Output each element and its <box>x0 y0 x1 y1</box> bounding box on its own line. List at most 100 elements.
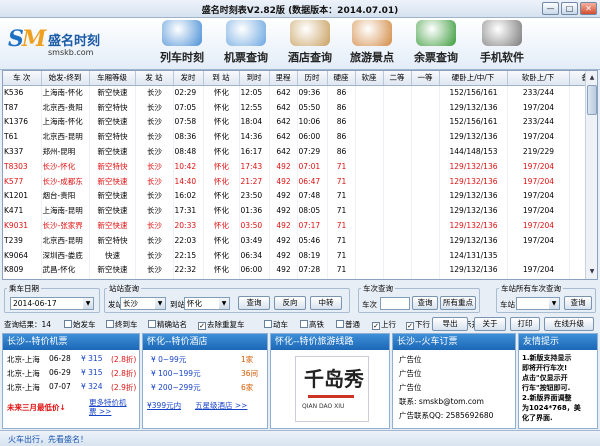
flight-price[interactable]: ¥ 324 <box>81 382 102 391</box>
scroll-thumb[interactable] <box>587 85 597 115</box>
railway-ad-line[interactable]: 联系: smskb@tom.com <box>399 396 484 407</box>
filter-checkbox[interactable]: 精确站名 <box>148 319 187 330</box>
filter-checkbox[interactable]: 始发车 <box>64 319 96 330</box>
column-header[interactable]: 硬座 <box>327 71 356 86</box>
maximize-button[interactable]: □ <box>561 2 578 15</box>
column-header[interactable]: 发时 <box>173 71 204 86</box>
filter-checkbox[interactable]: ✓ 下行 <box>406 319 430 330</box>
nav-button-5[interactable]: 余票查询 <box>400 20 472 68</box>
flight-route[interactable]: 北京-上海 <box>7 354 40 365</box>
date-picker[interactable]: 2014-06-17 ▼ <box>10 297 94 310</box>
column-header[interactable]: 历时 <box>297 71 328 86</box>
table-row[interactable]: T61 北京西-昆明 新空特快 长沙 08:36 怀化 14:36 642 06:00 86 129… <box>3 129 597 145</box>
checkmark-icon[interactable]: ✓ <box>372 322 380 330</box>
all-stops-button[interactable]: 所有重点 <box>440 296 476 310</box>
filter-checkbox[interactable]: ✓ 上行 <box>372 319 396 330</box>
table-row[interactable]: K577 长沙-成都东 新空快速 长沙 14:40 怀化 21:27 492 06:47 71 12… <box>3 173 597 189</box>
hotel-price-range[interactable]: ¥ 100~199元 <box>151 368 201 379</box>
flight-price[interactable]: ¥ 315 <box>81 368 102 377</box>
transfer-button[interactable]: 中转 <box>310 296 342 310</box>
station-all-search-button[interactable]: 查询 <box>564 296 592 310</box>
railway-ad-line[interactable]: 广告位 <box>399 382 422 393</box>
to-station-select[interactable]: 怀化 ▼ <box>184 297 230 310</box>
train-number-input[interactable] <box>380 297 410 310</box>
scroll-up-icon[interactable]: ▲ <box>587 72 597 84</box>
flight-route[interactable]: 北京-上海 <box>7 382 40 393</box>
table-row[interactable]: T239 北京西-昆明 新空特快 长沙 22:03 怀化 03:49 492 05:46 71 12… <box>3 232 597 248</box>
column-header[interactable]: 软座 <box>355 71 384 86</box>
dropdown-arrow-icon[interactable]: ▼ <box>219 298 229 309</box>
five-star-link[interactable]: 五星级酒店 >> <box>195 400 247 411</box>
table-row[interactable]: K9064 深圳西-娄底 快速 长沙 22:15 怀化 06:34 492 08:19 71 124… <box>3 247 597 263</box>
table-row[interactable]: K536 上海南-怀化 新空快速 长沙 02:29 怀化 12:05 642 09:36 86 15… <box>3 85 597 100</box>
station-search-button[interactable]: 查询 <box>238 296 270 310</box>
column-header[interactable]: 软卧上/下 <box>507 71 570 86</box>
nav-button-4[interactable]: 旅游景点 <box>336 20 408 68</box>
column-header[interactable]: 一等 <box>411 71 440 86</box>
scroll-down-icon[interactable]: ▼ <box>587 266 597 278</box>
hotel-399-link[interactable]: ¥399元内 <box>147 400 181 411</box>
column-header[interactable]: 里程 <box>269 71 298 86</box>
column-header[interactable]: 到 站 <box>203 71 240 86</box>
hotel-price-range[interactable]: ¥ 200~299元 <box>151 382 201 393</box>
filter-checkbox[interactable]: 动车 <box>264 319 288 330</box>
column-header[interactable]: 到时 <box>239 71 270 86</box>
minimize-button[interactable]: — <box>542 2 559 15</box>
table-row[interactable]: K471 上海南-昆明 新空快速 长沙 17:31 怀化 01:36 492 08:05 71 12… <box>3 203 597 219</box>
column-header[interactable]: 始发-终到 <box>41 71 90 86</box>
filter-checkbox[interactable]: 终到车 <box>106 319 138 330</box>
table-row[interactable]: K809 武昌-怀化 新空快速 长沙 22:32 怀化 06:00 492 07:28 71 129… <box>3 262 597 278</box>
train-search-button[interactable]: 查询 <box>412 296 438 310</box>
hotel-price-range[interactable]: ¥ 0~99元 <box>151 354 186 365</box>
flight-price[interactable]: ¥ 315 <box>81 354 102 363</box>
filter-label: 普通 <box>345 320 360 329</box>
nav-button-2[interactable]: 机票查询 <box>210 20 282 68</box>
column-header[interactable]: 发 站 <box>135 71 174 86</box>
filter-action-button[interactable]: 导出 <box>432 317 468 331</box>
checkbox-icon[interactable] <box>264 320 272 328</box>
table-row[interactable]: T87 北京西-贵阳 新空特快 长沙 07:05 怀化 12:55 642 05:50 86 129… <box>3 99 597 115</box>
table-row[interactable]: T8303 长沙-怀化 新空特快 长沙 10:42 怀化 17:43 492 07:01 71 12… <box>3 158 597 174</box>
nav-button-6[interactable]: 手机软件 <box>466 20 538 68</box>
railway-ad-line[interactable]: 广告联系QQ: 2585692680 <box>399 410 493 421</box>
more-flights-link[interactable]: 更多特价机票 >> <box>89 398 133 416</box>
table-cell: 新空快速 <box>89 218 136 233</box>
column-header[interactable]: 车厢等级 <box>89 71 136 86</box>
travel-ad-banner[interactable]: 千岛秀 QIAN DAO XIU <box>295 356 369 422</box>
nav-button-1[interactable]: 列车时刻 <box>146 20 218 68</box>
filter-checkbox[interactable]: 高铁 <box>300 319 324 330</box>
checkmark-icon[interactable]: ✓ <box>198 322 206 330</box>
column-header[interactable]: 车 次 <box>3 71 42 86</box>
railway-ad-line[interactable]: 广告位 <box>399 368 422 379</box>
station-all-select[interactable]: ▼ <box>516 297 560 310</box>
table-row[interactable]: K1376 上海南-怀化 新空快速 长沙 07:58 怀化 18:04 642 10:06 86 1… <box>3 114 597 130</box>
column-header[interactable]: 二等 <box>383 71 412 86</box>
table-row[interactable]: K1201 烟台-贵阳 新空快速 长沙 16:02 怀化 23:50 492 07:48 71 12… <box>3 188 597 204</box>
dropdown-arrow-icon[interactable]: ▼ <box>549 298 559 309</box>
checkbox-icon[interactable] <box>106 320 114 328</box>
railway-ad-line[interactable]: 广告位 <box>399 354 422 365</box>
flight-route[interactable]: 北京-上海 <box>7 368 40 379</box>
checkbox-icon[interactable] <box>64 320 72 328</box>
filter-checkbox[interactable]: 普通 <box>336 319 360 330</box>
checkbox-icon[interactable] <box>148 320 156 328</box>
filter-action-button[interactable]: 打印 <box>510 317 540 331</box>
checkbox-icon[interactable] <box>300 320 308 328</box>
lowest-price-promo[interactable]: 未来三月最低价↓ <box>7 402 66 413</box>
vertical-scrollbar[interactable]: ▲ ▼ <box>585 71 597 279</box>
filter-action-button[interactable]: 关于 <box>474 317 506 331</box>
table-row[interactable]: K109武昌-昆明新空快速长沙23:32怀化07:0349207:3171 129… <box>3 277 597 279</box>
table-row[interactable]: K337 郑州-昆明 新空快速 长沙 08:48 怀化 16:17 642 07:29 86 144… <box>3 144 597 159</box>
filter-action-button[interactable]: 在线升级 <box>544 317 594 331</box>
column-header[interactable]: 硬卧上/中/下 <box>439 71 508 86</box>
table-row[interactable]: K9031 长沙-张家界 新空快速 长沙 20:33 怀化 03:50 492 07:17 71 1… <box>3 218 597 233</box>
close-button[interactable]: ✕ <box>580 2 597 15</box>
from-station-select[interactable]: 长沙 ▼ <box>120 297 166 310</box>
checkmark-icon[interactable]: ✓ <box>406 322 414 330</box>
dropdown-arrow-icon[interactable]: ▼ <box>155 298 165 309</box>
table-cell <box>355 247 384 263</box>
filter-checkbox[interactable]: ✓ 去除重复车 <box>198 319 245 330</box>
reverse-button[interactable]: 反向 <box>274 296 306 310</box>
checkbox-icon[interactable] <box>336 320 344 328</box>
dropdown-arrow-icon[interactable]: ▼ <box>83 298 93 309</box>
